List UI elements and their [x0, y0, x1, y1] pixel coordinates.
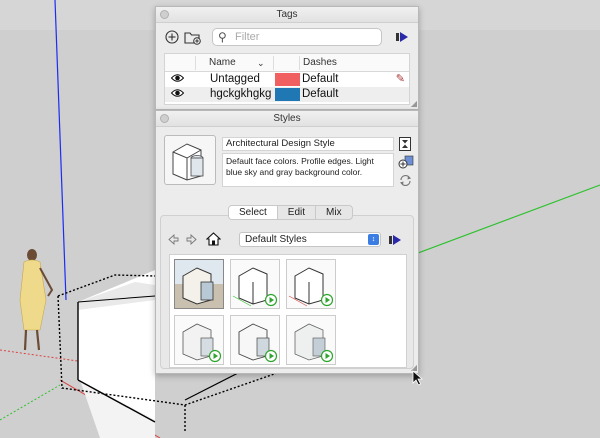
mouse-cursor-icon: [412, 370, 424, 386]
style-description-field[interactable]: Default face colors. Profile edges. Ligh…: [222, 153, 394, 187]
column-separator: [273, 56, 274, 70]
back-arrow-icon[interactable]: [167, 233, 179, 245]
styles-browser: Default Styles ↕: [160, 215, 414, 369]
column-separator: [195, 56, 196, 70]
tags-panel-title[interactable]: Tags: [156, 7, 418, 23]
pencil-icon[interactable]: ✎: [396, 72, 405, 85]
tab-edit[interactable]: Edit: [278, 206, 317, 219]
home-icon[interactable]: [205, 231, 221, 247]
tag-color-swatch[interactable]: [275, 88, 300, 101]
tag-row[interactable]: Untagged Default ✎: [165, 72, 409, 87]
search-icon: ⚲: [218, 30, 227, 44]
style-thumbnail[interactable]: [286, 315, 336, 365]
style-thumbnail[interactable]: [174, 315, 224, 365]
tab-mix[interactable]: Mix: [316, 206, 352, 219]
tag-dashes[interactable]: Default: [302, 73, 338, 85]
filter-input[interactable]: [235, 30, 375, 44]
style-thumbnail[interactable]: [174, 259, 224, 309]
column-separator: [299, 56, 300, 70]
visibility-eye-icon[interactable]: [170, 88, 185, 101]
panel-collapse-dot[interactable]: [160, 10, 169, 19]
tags-title: Tags: [276, 9, 298, 20]
styles-title: Styles: [273, 113, 301, 124]
add-tag-icon[interactable]: [164, 28, 180, 46]
create-style-icon[interactable]: [398, 155, 414, 169]
resize-grip-icon[interactable]: ◢: [411, 99, 417, 108]
styles-panel: Styles Architectural Design Style Defaul…: [155, 110, 419, 374]
tags-toolbar: ⚲: [156, 27, 418, 49]
tag-filter[interactable]: ⚲: [212, 28, 382, 46]
style-collection-dropdown[interactable]: Default Styles ↕: [239, 232, 381, 247]
tags-table-header: Name ⌄ Dashes: [165, 54, 409, 72]
details-arrow-icon[interactable]: [387, 232, 403, 248]
dropdown-caret-icon: ↕: [368, 234, 379, 245]
column-dashes[interactable]: Dashes: [303, 54, 337, 72]
refresh-icon[interactable]: [398, 173, 412, 187]
details-arrow-icon[interactable]: [394, 29, 410, 45]
tag-color-swatch[interactable]: [275, 73, 300, 86]
tag-dashes[interactable]: Default: [302, 88, 338, 100]
tags-panel: Tags ⚲ Name ⌄ Dashes Untagged: [155, 6, 419, 110]
visibility-eye-icon[interactable]: [170, 73, 185, 86]
styles-browser-toolbar: Default Styles ↕: [161, 230, 413, 250]
forward-arrow-icon[interactable]: [185, 233, 197, 245]
tags-table: Name ⌄ Dashes Untagged Default ✎ hgckgkh…: [164, 53, 410, 105]
update-style-icon[interactable]: [398, 137, 412, 151]
style-collection-label: Default Styles: [245, 234, 307, 245]
style-name-field[interactable]: Architectural Design Style: [222, 137, 394, 151]
add-tag-folder-icon[interactable]: [183, 28, 203, 46]
styles-panel-title[interactable]: Styles: [156, 111, 418, 127]
tag-name[interactable]: Untagged: [210, 73, 260, 85]
sort-chevron-down-icon[interactable]: ⌄: [257, 54, 265, 72]
style-thumbnail[interactable]: [230, 259, 280, 309]
panel-collapse-dot[interactable]: [160, 114, 169, 123]
current-style-thumbnail[interactable]: [164, 135, 216, 185]
style-thumbnail-grid: [169, 254, 407, 368]
column-name[interactable]: Name: [209, 54, 236, 72]
style-thumbnail[interactable]: [230, 315, 280, 365]
tag-row[interactable]: hgckgkhgkg Default: [165, 87, 409, 102]
tag-name[interactable]: hgckgkhgkg: [210, 88, 271, 100]
tab-select[interactable]: Select: [229, 206, 278, 219]
style-thumbnail[interactable]: [286, 259, 336, 309]
styles-tabs: Select Edit Mix: [228, 205, 353, 220]
